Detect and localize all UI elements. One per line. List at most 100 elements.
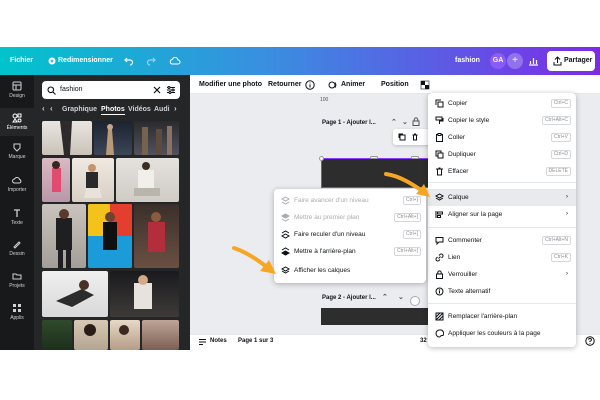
submenu-chevron-icon: › bbox=[565, 270, 568, 277]
photo-thumbnail[interactable] bbox=[42, 121, 92, 155]
annotation-arrow-icon bbox=[384, 172, 430, 197]
clear-search-icon[interactable] bbox=[153, 86, 161, 94]
add-collaborator-button[interactable]: + bbox=[507, 53, 523, 69]
rail-item-brand[interactable]: Marque bbox=[0, 142, 34, 160]
submenu-item-bring-to-front[interactable]: Mettre au premier plan Ctrl+Alt+] bbox=[274, 209, 426, 226]
search-input[interactable]: fashion bbox=[42, 81, 180, 99]
tabs-scroll-left-icon-2[interactable]: ‹ bbox=[50, 104, 53, 113]
page-1-expand-icon[interactable]: ⌄ bbox=[402, 118, 408, 126]
menu-item-duplicate[interactable]: Dupliquer Ctrl+D bbox=[428, 146, 576, 163]
rail-item-text[interactable]: Texte bbox=[0, 208, 34, 226]
clipboard-icon bbox=[436, 133, 443, 142]
share-button[interactable]: Partager bbox=[547, 51, 595, 71]
help-icon[interactable] bbox=[585, 336, 595, 346]
page-2-canvas[interactable] bbox=[321, 308, 433, 325]
photo-thumbnail[interactable] bbox=[42, 271, 108, 317]
tab-photos[interactable]: Photos bbox=[101, 106, 125, 115]
submenu-item-show-layers[interactable]: Afficher les calques bbox=[274, 262, 426, 279]
rotate-handle-icon[interactable] bbox=[410, 296, 420, 306]
menu-item-delete[interactable]: Effacer DELETE bbox=[428, 163, 576, 180]
submenu-item-send-backward[interactable]: Faire reculer d'un niveau Ctrl+[ bbox=[274, 226, 426, 243]
rail-item-upload[interactable]: Importer bbox=[0, 175, 34, 193]
photo-thumbnail[interactable] bbox=[74, 320, 108, 350]
notes-button[interactable]: Notes bbox=[210, 338, 227, 344]
analytics-icon[interactable] bbox=[528, 56, 539, 66]
comment-icon bbox=[435, 237, 444, 245]
rail-item-draw[interactable]: Dessin bbox=[0, 239, 34, 257]
page-2-expand-icon[interactable]: ⌄ bbox=[398, 293, 404, 301]
content-tabs: ‹ ‹ Graphique Photos Vidéos Audi › bbox=[42, 104, 182, 116]
rail-item-design[interactable]: Design bbox=[0, 81, 34, 99]
menu-item-link[interactable]: Lien Ctrl+K bbox=[428, 249, 576, 266]
photo-thumbnail[interactable] bbox=[134, 121, 179, 155]
photo-thumbnail[interactable] bbox=[116, 158, 179, 202]
photo-thumbnail[interactable] bbox=[88, 204, 132, 268]
animate-icon bbox=[328, 81, 337, 89]
photo-thumbnail[interactable] bbox=[72, 158, 114, 202]
edit-photo-button[interactable]: Modifier une photo bbox=[199, 81, 262, 88]
filter-icon[interactable] bbox=[166, 85, 176, 95]
menu-item-copy[interactable]: Copier Ctrl+C bbox=[428, 95, 576, 112]
position-button[interactable]: Position bbox=[381, 81, 409, 88]
resize-handle[interactable] bbox=[411, 156, 419, 159]
menu-item-comment[interactable]: Commenter Ctrl+Alt+N bbox=[428, 232, 576, 249]
context-menu: Copier Ctrl+C Copier le style Ctrl+Alt+C… bbox=[428, 93, 576, 347]
file-menu[interactable]: Fichier bbox=[10, 57, 33, 64]
menu-item-lock[interactable]: Verrouiller › bbox=[428, 266, 576, 283]
share-upload-icon bbox=[553, 56, 562, 66]
menu-item-layer[interactable]: Calque › bbox=[428, 189, 576, 206]
photo-thumbnail[interactable] bbox=[42, 204, 86, 268]
rail-item-elements[interactable]: Éléments bbox=[0, 108, 34, 136]
ruler: 100 bbox=[320, 94, 420, 104]
menu-item-align-to-page[interactable]: Aligner sur la page › bbox=[428, 206, 576, 223]
animate-button[interactable]: Animer bbox=[341, 81, 365, 88]
menu-item-copy-style[interactable]: Copier le style Ctrl+Alt+C bbox=[428, 112, 576, 129]
page-2-title[interactable]: Page 2 - Ajouter l... bbox=[322, 295, 376, 301]
quick-copy-icon[interactable] bbox=[398, 133, 406, 141]
menu-item-alt-text[interactable]: Texte alternatif bbox=[428, 283, 576, 300]
menu-divider bbox=[428, 303, 576, 304]
rail-item-projects[interactable]: Projets bbox=[0, 271, 34, 289]
page-1-title[interactable]: Page 1 - Ajouter l... bbox=[322, 120, 376, 126]
submenu-item-send-to-back[interactable]: Mettre à l'arrière-plan Ctrl+Alt+[ bbox=[274, 243, 426, 260]
photo-thumbnail[interactable] bbox=[42, 158, 70, 202]
photo-thumbnail[interactable] bbox=[134, 204, 179, 268]
resize-handle[interactable] bbox=[319, 156, 324, 161]
transparency-icon[interactable] bbox=[420, 80, 430, 90]
resize-handle[interactable] bbox=[370, 156, 378, 159]
menu-item-apply-colors[interactable]: Appliquer les couleurs à la page bbox=[428, 325, 576, 342]
photo-thumbnail[interactable] bbox=[110, 320, 140, 350]
align-icon bbox=[435, 211, 443, 218]
rail-item-apps[interactable]: Applis bbox=[0, 303, 34, 321]
resize-button[interactable]: Redimensionner bbox=[58, 57, 113, 64]
page-1-collapse-icon[interactable]: ⌃ bbox=[391, 118, 397, 126]
duplicate-icon bbox=[435, 150, 444, 159]
bring-to-front-icon bbox=[281, 213, 290, 222]
photo-thumbnail[interactable] bbox=[94, 121, 132, 155]
palette-icon bbox=[435, 329, 444, 338]
photo-thumbnail[interactable] bbox=[110, 271, 179, 317]
info-icon[interactable] bbox=[305, 80, 315, 90]
cloud-save-icon[interactable] bbox=[169, 56, 181, 66]
tab-audio[interactable]: Audi bbox=[154, 106, 170, 113]
side-rail: Design Éléments Marque Importer Texte De… bbox=[0, 75, 34, 350]
zoom-level[interactable]: 32 bbox=[420, 338, 427, 344]
redo-icon[interactable] bbox=[146, 56, 156, 66]
tab-graphics[interactable]: Graphique bbox=[62, 106, 97, 113]
page-lock-icon[interactable] bbox=[412, 117, 420, 126]
tabs-scroll-left-icon[interactable]: ‹ bbox=[42, 104, 45, 113]
quick-delete-icon[interactable] bbox=[411, 133, 419, 141]
menu-item-replace-background[interactable]: Remplacer l'arrière-plan bbox=[428, 308, 576, 325]
page-counter[interactable]: Page 1 sur 3 bbox=[238, 338, 273, 344]
photo-thumbnail[interactable] bbox=[142, 320, 179, 350]
flip-button[interactable]: Retourner bbox=[268, 81, 301, 88]
photo-thumbnail[interactable] bbox=[42, 320, 72, 350]
tabs-scroll-right-icon[interactable]: › bbox=[174, 104, 177, 113]
tab-videos[interactable]: Vidéos bbox=[128, 106, 151, 113]
page-2-collapse-icon[interactable]: ⌃ bbox=[382, 293, 388, 301]
share-label: Partager bbox=[564, 57, 593, 64]
document-title[interactable]: fashion bbox=[455, 57, 480, 64]
user-avatar[interactable]: GA bbox=[490, 53, 506, 69]
menu-item-paste[interactable]: Coller Ctrl+V bbox=[428, 129, 576, 146]
undo-icon[interactable] bbox=[124, 56, 134, 66]
